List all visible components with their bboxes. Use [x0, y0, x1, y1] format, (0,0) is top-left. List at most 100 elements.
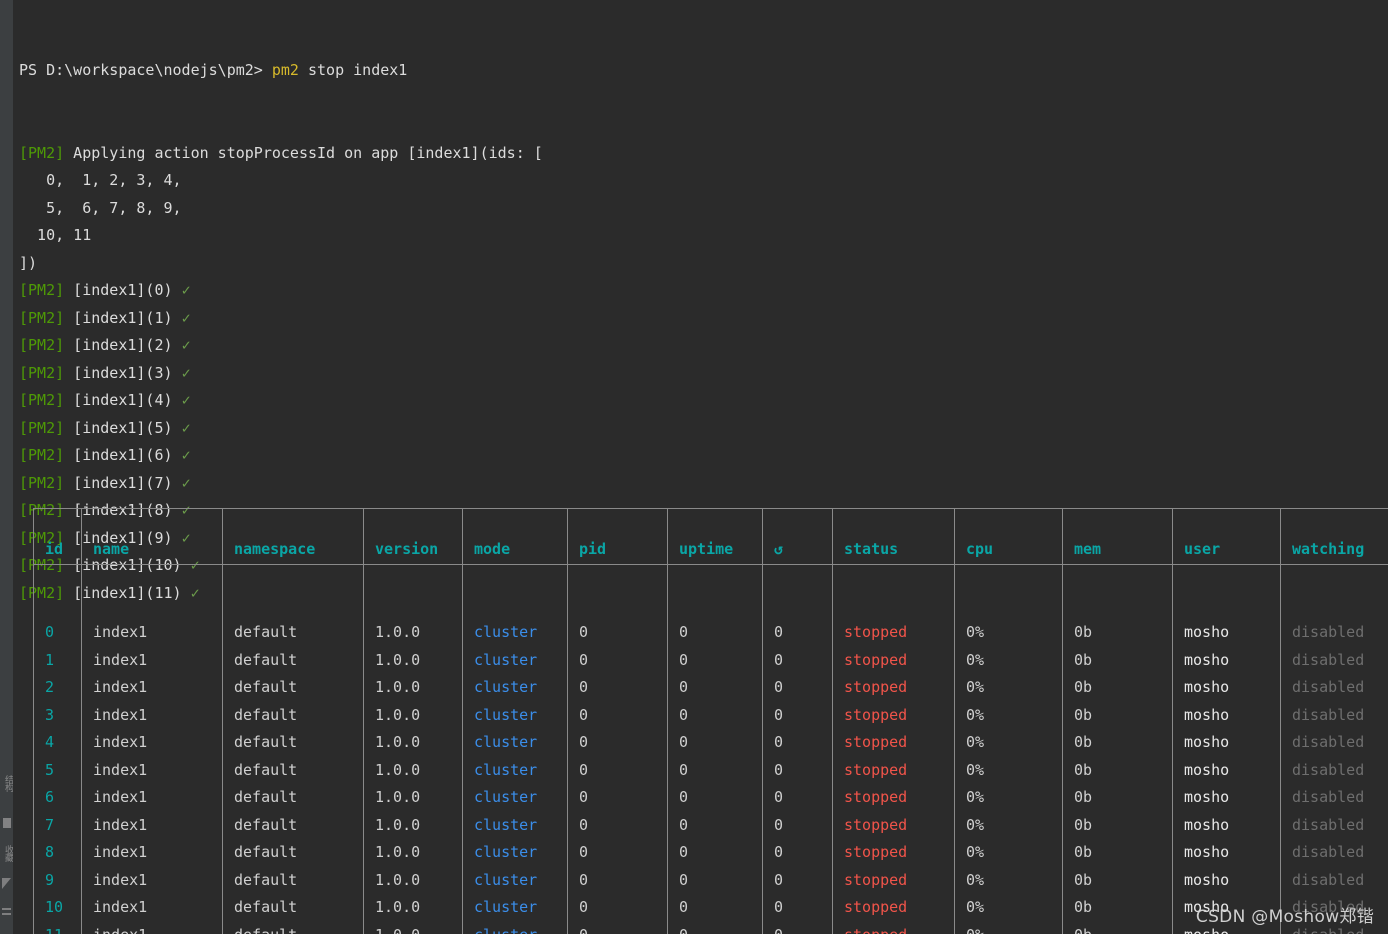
table-spacer-cell — [363, 591, 463, 619]
success-check-icon: ✓ — [181, 473, 191, 492]
cell-version: 1.0.0 — [363, 756, 463, 784]
cell-namespace: default — [222, 894, 364, 922]
cell-namespace: default — [222, 729, 364, 757]
console-line: [PM2] [index1](7) ✓ — [19, 470, 1379, 498]
cell-cpu: 0% — [954, 701, 1063, 729]
cell-namespace: default — [222, 756, 364, 784]
pm2-table-body: 0 index1 default 1.0.0 cluster 0 0 0 stopped 0% 0b… — [33, 591, 1388, 934]
terminal-window[interactable]: PS D:\workspace\nodejs\pm2> pm2 stop ind… — [14, 0, 1388, 934]
cell-namespace: default — [222, 646, 364, 674]
table-header-rule-cell — [462, 563, 568, 592]
cell-mode: cluster — [462, 921, 568, 934]
cell-restart: 0 — [762, 674, 833, 702]
table-spacer-cell — [954, 591, 1063, 619]
success-check-icon: ✓ — [181, 391, 191, 409]
pm2-tag: [PM2] — [19, 336, 65, 354]
success-check-icon: ✓ — [181, 363, 191, 382]
cell-pid: 0 — [567, 729, 668, 757]
table-row: 8 index1 default 1.0.0 cluster 0 0 0 stopped 0% 0b… — [33, 839, 1388, 867]
cell-watching: disabled — [1280, 729, 1388, 757]
table-spacer-cell — [1280, 591, 1388, 619]
cell-restart: 0 — [762, 811, 833, 839]
cell-mode: cluster — [462, 619, 568, 647]
prompt-line: PS D:\workspace\nodejs\pm2> pm2 stop ind… — [19, 57, 1379, 85]
cell-cpu: 0% — [954, 729, 1063, 757]
cell-uptime: 0 — [667, 894, 763, 922]
strip-vertical-label: 结构 — [3, 775, 13, 791]
cell-pid: 0 — [567, 646, 668, 674]
cell-version: 1.0.0 — [363, 701, 463, 729]
table-top-border — [33, 508, 1388, 536]
pm2-tag: [PM2] — [19, 418, 65, 437]
table-header-rule-cell — [832, 563, 955, 592]
strip-block-icon — [3, 818, 11, 828]
cell-version: 1.0.0 — [363, 921, 463, 934]
console-line: 10, 11 — [19, 222, 1379, 250]
cell-name: index1 — [81, 921, 223, 934]
table-spacer-cell — [222, 591, 364, 619]
table-header-rule-cell — [222, 563, 364, 592]
adjacent-window-strip: 结构 收藏 — [0, 0, 14, 934]
cell-watching: disabled — [1280, 839, 1388, 867]
table-spacer-cell — [832, 591, 955, 619]
cell-namespace: default — [222, 784, 364, 812]
table-header-rule-cell — [33, 563, 82, 592]
cell-id: 0 — [33, 619, 82, 647]
cell-mode: cluster — [462, 894, 568, 922]
cell-id: 11 — [33, 921, 82, 934]
cell-restart: 0 — [762, 866, 833, 894]
cell-watching: disabled — [1280, 784, 1388, 812]
cell-cpu: 0% — [954, 921, 1063, 934]
cell-restart: 0 — [762, 619, 833, 647]
cell-uptime: 0 — [667, 921, 763, 934]
table-header-rule-cell — [667, 563, 763, 592]
pm2-tag: [PM2] — [19, 308, 65, 327]
cell-mem: 0b — [1062, 619, 1173, 647]
cell-mode: cluster — [462, 674, 568, 702]
console-line: [PM2] [index1](0) ✓ — [19, 277, 1379, 305]
cell-version: 1.0.0 — [363, 839, 463, 867]
cell-mode: cluster — [462, 646, 568, 674]
cell-pid: 0 — [567, 894, 668, 922]
watermark: CSDN @Moshow郑锴 — [1195, 906, 1374, 927]
cell-mem: 0b — [1062, 866, 1173, 894]
cell-version: 1.0.0 — [363, 894, 463, 922]
cell-cpu: 0% — [954, 811, 1063, 839]
cell-id: 1 — [33, 646, 82, 674]
console-line-text: [index1](1) — [64, 308, 182, 327]
cell-name: index1 — [81, 811, 223, 839]
pm2-tag: [PM2] — [19, 446, 65, 464]
cell-pid: 0 — [567, 619, 668, 647]
cell-cpu: 0% — [954, 894, 1063, 922]
cell-uptime: 0 — [667, 674, 763, 702]
cell-version: 1.0.0 — [363, 729, 463, 757]
console-line-text: 5, 6, 7, 8, 9, — [19, 198, 182, 217]
cell-mem: 0b — [1062, 674, 1173, 702]
cell-pid: 0 — [567, 839, 668, 867]
console-line: [PM2] [index1](3) ✓ — [19, 360, 1379, 388]
cell-watching: disabled — [1280, 701, 1388, 729]
table-top-border-cell — [363, 508, 463, 536]
cell-mode: cluster — [462, 811, 568, 839]
cell-id: 10 — [33, 894, 82, 922]
console-line: 0, 1, 2, 3, 4, — [19, 167, 1379, 195]
table-row: 4 index1 default 1.0.0 cluster 0 0 0 stopped 0% 0b… — [33, 729, 1388, 757]
cell-pid: 0 — [567, 756, 668, 784]
prompt-command: pm2 — [271, 61, 299, 79]
console-line-text: [index1](6) — [64, 446, 182, 464]
table-top-border-cell — [954, 508, 1063, 536]
table-header-separator — [33, 563, 1388, 592]
cell-watching: disabled — [1280, 756, 1388, 784]
console-line-text: [index1](3) — [64, 363, 182, 382]
console-line: [PM2] [index1](4) ✓ — [19, 387, 1379, 415]
table-top-border-cell — [81, 508, 223, 536]
table-row: 3 index1 default 1.0.0 cluster 0 0 0 stopped 0% 0b… — [33, 701, 1388, 729]
cell-name: index1 — [81, 729, 223, 757]
cell-watching: disabled — [1280, 674, 1388, 702]
cell-watching: disabled — [1280, 866, 1388, 894]
console-line: 5, 6, 7, 8, 9, — [19, 195, 1379, 223]
table-top-border-cell — [762, 508, 833, 536]
cell-mode: cluster — [462, 784, 568, 812]
console-line: [PM2] Applying action stopProcessId on a… — [19, 140, 1379, 168]
cell-uptime: 0 — [667, 756, 763, 784]
